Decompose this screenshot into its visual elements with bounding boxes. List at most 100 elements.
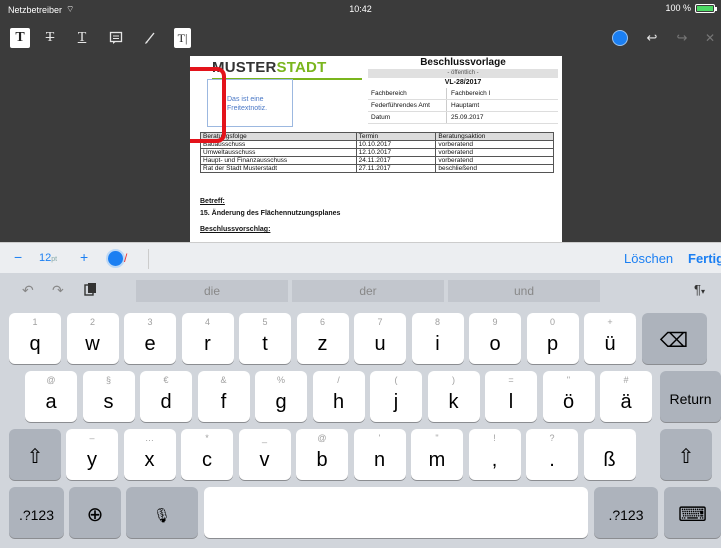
key-label: ,	[491, 449, 498, 471]
key-label: f	[220, 391, 227, 413]
key-m[interactable]: " m	[411, 429, 463, 480]
key-c[interactable]: * c	[181, 429, 233, 480]
key-alt-char: €	[163, 375, 169, 385]
decrease-font-button[interactable]: −	[14, 249, 22, 265]
font-size-number: 12	[39, 252, 52, 264]
key-g[interactable]: % g	[255, 371, 307, 422]
increase-font-button[interactable]: +	[80, 249, 88, 265]
clock: 10:42	[349, 4, 372, 14]
key-f[interactable]: & f	[197, 371, 250, 422]
key-b[interactable]: @ b	[296, 429, 348, 480]
key-label: i	[435, 333, 440, 355]
numbers-key[interactable]: .?123	[9, 487, 64, 538]
key-label: z	[317, 333, 328, 355]
key-label: p	[546, 333, 559, 355]
key-d[interactable]: € d	[140, 371, 192, 422]
undo-typing-icon[interactable]: ↶	[22, 282, 34, 299]
key-ß[interactable]: ß	[583, 429, 636, 480]
meta-value: 25.09.2017	[446, 112, 484, 123]
key-h[interactable]: / h	[312, 371, 365, 422]
pen-icon[interactable]	[140, 28, 160, 48]
key-comma[interactable]: !,	[468, 429, 521, 480]
key-u[interactable]: 7u	[354, 313, 406, 364]
key-z[interactable]: 6z	[296, 313, 349, 364]
key-alt-char: #	[623, 375, 629, 385]
shift-key[interactable]: ⇧	[9, 429, 61, 480]
key-alt-char: @	[317, 433, 327, 443]
table-cell: vorberatend	[435, 156, 554, 165]
shift-key-right[interactable]: ⇧	[660, 429, 712, 480]
dictation-key[interactable]: 🎙	[126, 487, 198, 538]
hide-keyboard-key[interactable]: ⌨	[664, 487, 721, 538]
color-picker[interactable]	[612, 30, 628, 46]
key-ü[interactable]: + ü	[584, 313, 636, 364]
document-viewer[interactable]: MUSTERSTADT Das ist eine Freitextnotiz. …	[0, 56, 721, 242]
text-style-icon[interactable]: T	[10, 28, 30, 48]
key-alt-char: 1	[32, 317, 38, 327]
key-x[interactable]: … x	[123, 429, 176, 480]
key-label: v	[259, 449, 270, 471]
strikethrough-icon[interactable]: T	[40, 28, 60, 48]
undo-icon[interactable]: ↩	[642, 28, 662, 48]
key-n[interactable]: ' n	[353, 429, 406, 480]
key-label: ⌨	[678, 504, 707, 526]
prediction-suggestion[interactable]: und	[448, 280, 600, 302]
key-label: t	[262, 333, 268, 355]
key-ö[interactable]: " ö	[542, 371, 595, 422]
note-icon[interactable]	[106, 28, 126, 48]
table-header-row: Beratungsfolge Termin Beratungsaktion	[200, 132, 554, 141]
key-label: ⇧	[26, 446, 44, 468]
key-alt-char: 6	[319, 317, 325, 327]
space-key[interactable]	[204, 487, 588, 538]
key-o[interactable]: 9o	[469, 313, 521, 364]
logo-part-2: STADT	[276, 59, 327, 76]
key-label: j	[393, 391, 399, 413]
key-label: m	[428, 449, 446, 471]
meta-key: Fachbereich	[371, 90, 407, 97]
key-s[interactable]: § s	[82, 371, 135, 422]
backspace-key[interactable]: ⌫	[641, 313, 707, 364]
prediction-suggestion[interactable]: die	[136, 280, 288, 302]
key-a[interactable]: @ a	[25, 371, 77, 422]
key-alt-char: 4	[204, 317, 210, 327]
key-period[interactable]: ?.	[526, 429, 578, 480]
key-alt-char: §	[105, 375, 111, 385]
key-w[interactable]: 2w	[66, 313, 119, 364]
font-size-value[interactable]: 12pt	[39, 252, 57, 264]
text-tool-icon[interactable]: T|	[174, 28, 191, 48]
table-header: Termin	[355, 132, 437, 141]
prediction-suggestion[interactable]: der	[292, 280, 444, 302]
numbers-key-right[interactable]: .?123	[594, 487, 658, 538]
delete-button[interactable]: Löschen	[624, 251, 673, 266]
globe-key[interactable]: ⊕	[69, 487, 121, 538]
key-label: c	[202, 449, 212, 471]
redo-icon[interactable]: ↪	[672, 28, 692, 48]
key-label: ⌫	[659, 330, 689, 352]
key-q[interactable]: 1q	[9, 313, 61, 364]
key-r[interactable]: 4r	[181, 313, 234, 364]
close-icon[interactable]: ✕	[700, 28, 720, 48]
done-button[interactable]: Fertig	[688, 251, 721, 266]
city-logo: MUSTERSTADT	[212, 59, 326, 76]
key-ä[interactable]: # ä	[600, 371, 652, 422]
key-label: ä	[620, 391, 632, 413]
key-j[interactable]: (j	[370, 371, 422, 422]
key-t[interactable]: 5t	[239, 313, 291, 364]
underline-icon[interactable]: T	[72, 28, 92, 48]
text-color-button[interactable]	[106, 249, 125, 268]
document-page[interactable]: MUSTERSTADT Das ist eine Freitextnotiz. …	[190, 56, 562, 242]
paragraph-format-icon[interactable]: ¶▾	[694, 282, 705, 297]
key-y[interactable]: – y	[66, 429, 118, 480]
paste-icon[interactable]	[84, 282, 97, 299]
key-e[interactable]: 3e	[124, 313, 176, 364]
key-alt-char: ?	[549, 433, 555, 443]
key-k[interactable]: ) k	[427, 371, 480, 422]
key-label: d	[160, 391, 172, 413]
key-p[interactable]: 0p	[526, 313, 579, 364]
redo-typing-icon[interactable]: ↷	[52, 282, 64, 299]
key-v[interactable]: _ v	[238, 429, 291, 480]
key-i[interactable]: 8i	[411, 313, 464, 364]
return-key[interactable]: Return	[660, 371, 721, 422]
key-l[interactable]: = l	[485, 371, 537, 422]
no-fill-icon[interactable]: /	[124, 251, 127, 265]
